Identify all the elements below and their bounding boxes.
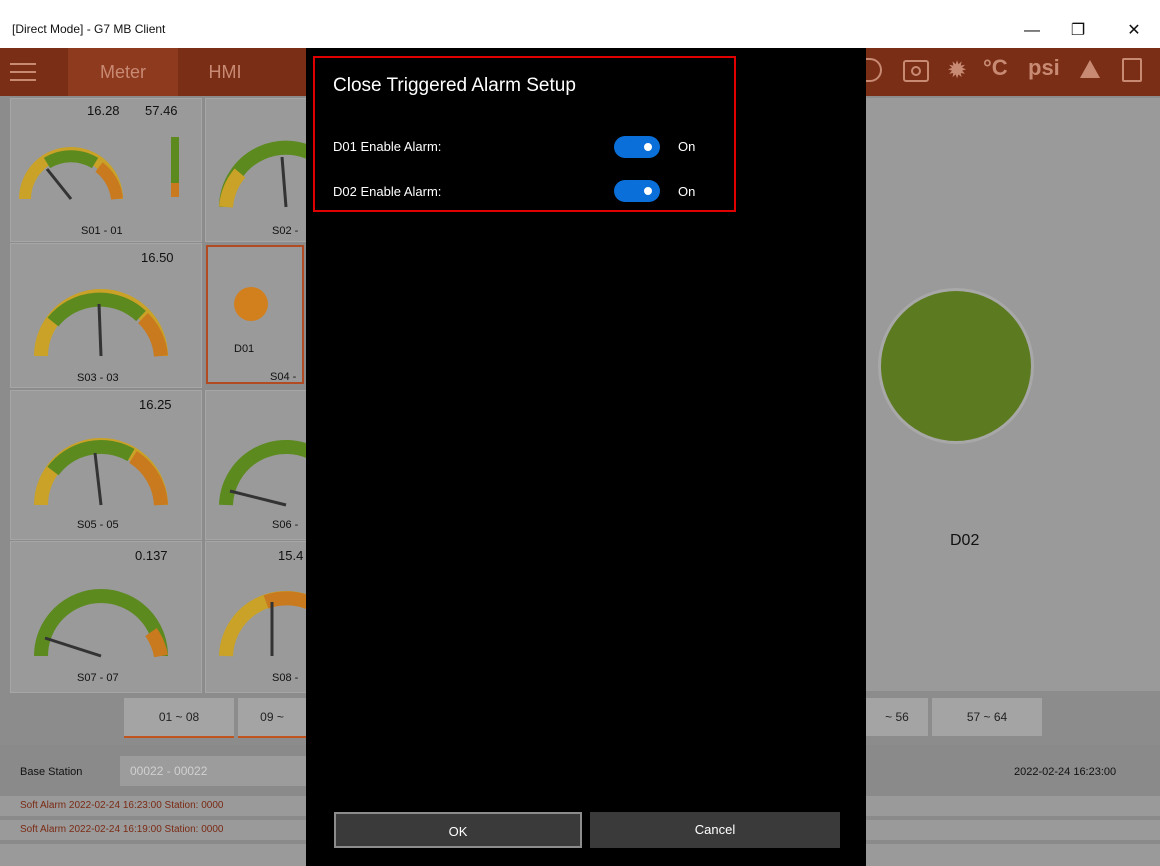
image-export-icon[interactable] bbox=[1122, 58, 1142, 82]
indicator-panel-s04[interactable]: D01 S04 - bbox=[206, 245, 304, 384]
ok-button[interactable]: OK bbox=[334, 812, 582, 848]
station-timestamp: 2022-02-24 16:23:00 bbox=[1014, 766, 1117, 778]
gauge-dial bbox=[219, 590, 306, 657]
gauge-label: S06 - bbox=[272, 519, 299, 531]
psi-unit[interactable]: psi bbox=[1028, 55, 1060, 81]
toggle-knob bbox=[644, 187, 652, 195]
gauge-panel-s07[interactable]: 0.137 S07 - 07 bbox=[10, 541, 202, 693]
minimize-icon[interactable]: — bbox=[1012, 18, 1052, 44]
gauge-value: 16.28 bbox=[87, 103, 120, 118]
gauge-label: S05 - 05 bbox=[77, 519, 119, 531]
d02-toggle-state: On bbox=[678, 184, 696, 199]
gauge-label: S01 - 01 bbox=[81, 225, 123, 237]
sun-icon[interactable]: ✹ bbox=[944, 58, 970, 84]
base-station-label: Base Station bbox=[20, 766, 83, 778]
gauge-value: 15.4 bbox=[278, 548, 304, 563]
cancel-button[interactable]: Cancel bbox=[590, 812, 840, 848]
gauge-panel-s08[interactable]: 15.4 S08 - bbox=[205, 541, 307, 693]
gauge-dial bbox=[19, 147, 123, 200]
dialog-title: Close Triggered Alarm Setup bbox=[333, 75, 576, 96]
d01-enable-alarm-label: D01 Enable Alarm: bbox=[333, 139, 442, 154]
alarm-bell-icon[interactable] bbox=[1080, 60, 1100, 78]
close-icon[interactable]: ✕ bbox=[1114, 18, 1154, 44]
gauge-label: S02 - bbox=[272, 225, 299, 237]
page-button-09[interactable]: 09 ~ bbox=[238, 698, 306, 738]
gauge-dial bbox=[219, 439, 306, 507]
page-button-57-64[interactable]: 57 ~ 64 bbox=[932, 698, 1042, 736]
celsius-unit[interactable]: °C bbox=[983, 55, 1008, 81]
gauge-panel-s01[interactable]: 16.28 57.46 S01 - 01 bbox=[10, 98, 202, 242]
restore-icon[interactable]: ❐ bbox=[1058, 18, 1098, 44]
page-button-56[interactable]: ~ 56 bbox=[866, 698, 928, 736]
station-select[interactable]: 00022 - 00022 bbox=[120, 756, 306, 786]
window-title: [Direct Mode] - G7 MB Client bbox=[12, 22, 166, 36]
indicator-label: D01 bbox=[234, 343, 255, 355]
gauge-dial bbox=[34, 438, 168, 506]
toggle-knob bbox=[644, 143, 652, 151]
d02-enable-alarm-toggle[interactable] bbox=[614, 180, 660, 202]
gauge-value: 16.25 bbox=[139, 397, 172, 412]
gauge-panel-s02[interactable]: S02 - bbox=[205, 98, 307, 242]
gauge-dial bbox=[219, 140, 306, 208]
gauge-label: S04 - bbox=[270, 371, 297, 383]
title-bar: [Direct Mode] - G7 MB Client — ❐ ✕ bbox=[0, 0, 1160, 49]
gauge-label: S08 - bbox=[272, 672, 299, 684]
bar-gauge-low bbox=[171, 183, 179, 197]
camera-icon[interactable] bbox=[903, 60, 929, 82]
indicator-label: D02 bbox=[950, 532, 980, 549]
gauge-value-secondary: 57.46 bbox=[145, 103, 178, 118]
d01-toggle-state: On bbox=[678, 139, 696, 154]
tab-meter[interactable]: Meter bbox=[68, 48, 178, 96]
gauge-dial bbox=[34, 589, 168, 658]
status-indicator-d02 bbox=[878, 288, 1034, 444]
gauge-dial bbox=[34, 289, 168, 357]
gauge-value: 16.50 bbox=[141, 250, 174, 265]
hamburger-menu-icon[interactable] bbox=[10, 58, 36, 84]
gauge-panel-s06[interactable]: S06 - bbox=[205, 390, 307, 540]
gauge-panel-s05[interactable]: 16.25 S05 - 05 bbox=[10, 390, 202, 540]
page-button-01-08[interactable]: 01 ~ 08 bbox=[124, 698, 234, 738]
gauge-label: S07 - 07 bbox=[77, 672, 119, 684]
d01-enable-alarm-toggle[interactable] bbox=[614, 136, 660, 158]
tab-hmi[interactable]: HMI bbox=[180, 48, 270, 96]
status-indicator-d01 bbox=[234, 287, 268, 321]
indicator-panel-d02[interactable]: D02 bbox=[866, 98, 1160, 691]
gauge-label: S03 - 03 bbox=[77, 372, 119, 384]
gauge-panel-s03[interactable]: 16.50 S03 - 03 bbox=[10, 243, 202, 388]
gauge-value: 0.137 bbox=[135, 548, 168, 563]
d02-enable-alarm-label: D02 Enable Alarm: bbox=[333, 184, 442, 199]
